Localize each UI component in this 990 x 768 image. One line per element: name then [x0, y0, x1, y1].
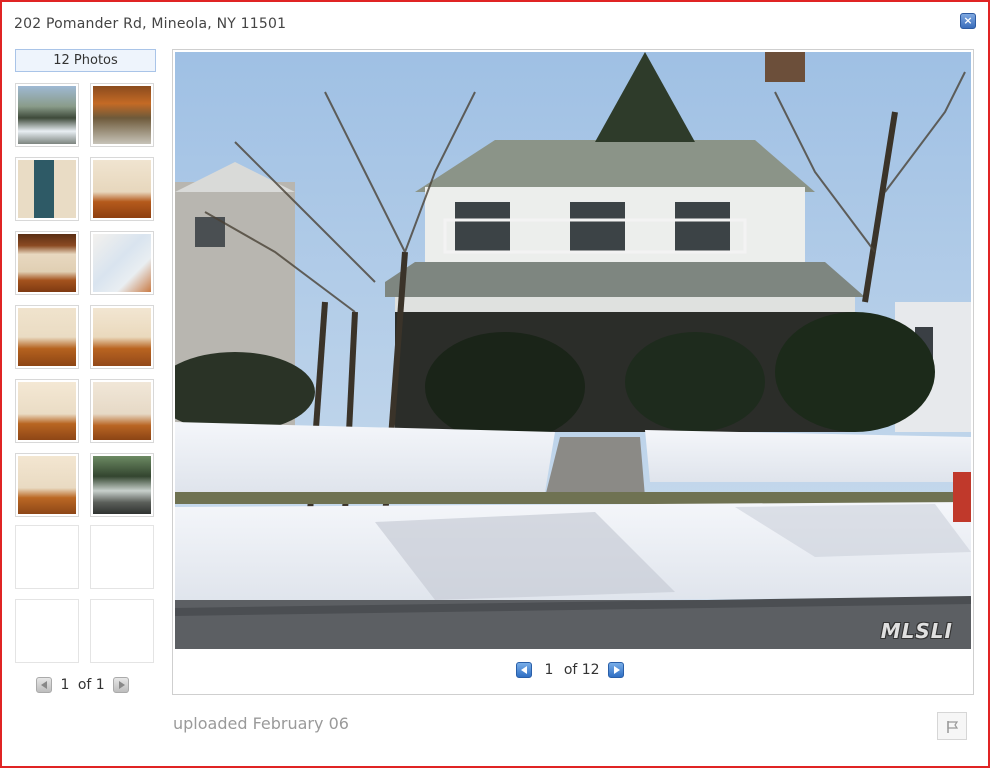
thumbnail-page-total: of 1 [77, 677, 105, 693]
flag-button[interactable] [937, 712, 967, 740]
previous-photo-icon[interactable] [516, 662, 532, 678]
thumbnail-6[interactable] [90, 231, 154, 295]
next-page-icon[interactable] [113, 677, 130, 693]
thumbnail-5[interactable] [15, 231, 79, 295]
main-photo-panel: MLSLI [172, 49, 974, 695]
thumbnail-empty [15, 599, 79, 663]
main-photo-pager: 1 of 12 [516, 662, 625, 678]
page-title: 202 Pomander Rd, Mineola, NY 11501 [14, 16, 287, 32]
thumbnail-4[interactable] [90, 157, 154, 221]
thumbnail-empty [15, 525, 79, 589]
next-photo-icon[interactable] [608, 662, 625, 678]
thumbnail-2[interactable] [90, 83, 154, 147]
thumbnail-9[interactable] [15, 379, 79, 443]
photo-viewer-window: 202 Pomander Rd, Mineola, NY 11501 × 12 … [0, 0, 990, 768]
previous-page-icon[interactable] [36, 677, 52, 693]
main-page-current: 1 [544, 662, 554, 678]
close-icon[interactable]: × [960, 13, 976, 29]
thumbnail-empty [90, 599, 154, 663]
thumbnail-11[interactable] [15, 453, 79, 517]
thumbnail-8[interactable] [90, 305, 154, 369]
thumbnail-1[interactable] [15, 83, 79, 147]
upload-date-label: uploaded February 06 [173, 714, 349, 733]
thumbnail-10[interactable] [90, 379, 154, 443]
main-page-total: of 12 [563, 662, 600, 678]
main-photo[interactable]: MLSLI [175, 52, 971, 649]
flag-icon [947, 721, 959, 733]
thumbnail-page-current: 1 [60, 677, 70, 693]
thumbnail-empty [90, 525, 154, 589]
photo-count-label: 12 Photos [15, 49, 156, 72]
thumbnail-3[interactable] [15, 157, 79, 221]
thumbnail-pager: 1 of 1 [36, 677, 130, 695]
thumbnail-7[interactable] [15, 305, 79, 369]
thumbnail-12[interactable] [90, 453, 154, 517]
watermark-logo: MLSLI [880, 619, 953, 643]
